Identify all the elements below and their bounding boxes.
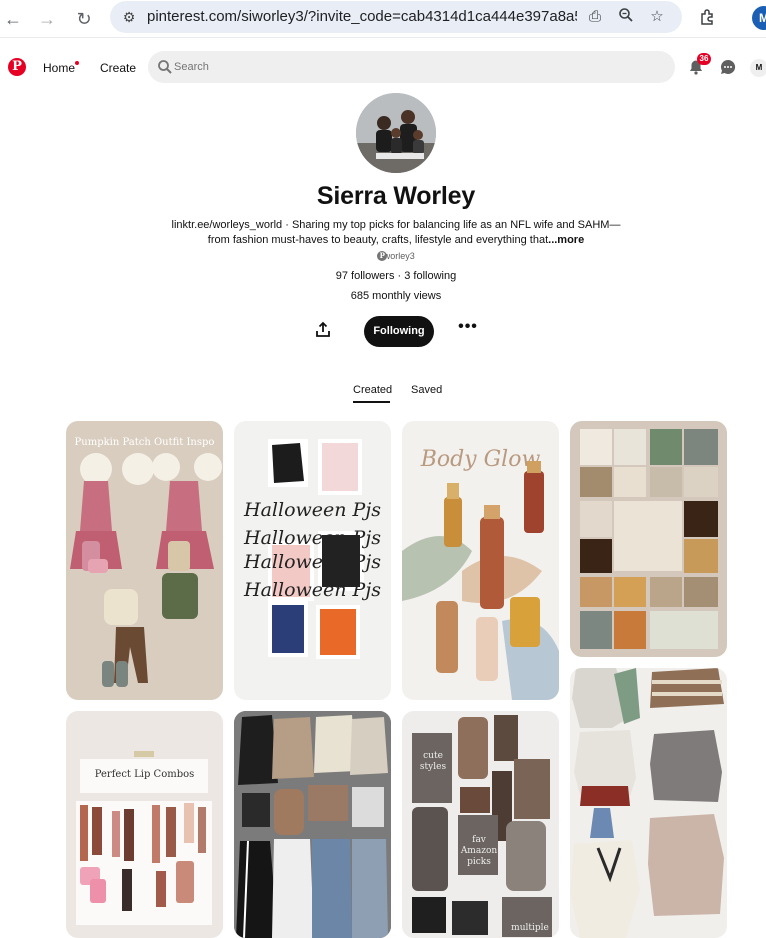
bio-more-link[interactable]: ...more xyxy=(548,234,584,246)
pin-sweaters[interactable] xyxy=(570,668,727,938)
active-tab-indicator xyxy=(353,401,390,403)
pin-pumpkin-patch[interactable]: Pumpkin Patch Outfit Inspo xyxy=(66,421,223,700)
install-app-icon[interactable]: ⎙ xyxy=(585,7,605,27)
pin-image xyxy=(402,461,559,700)
pin-amazon-picks[interactable]: cute styles fav Amazon picks multiple xyxy=(402,711,559,938)
search-icon xyxy=(158,60,172,74)
profile-handle: Psiworley3 xyxy=(0,251,766,261)
back-icon[interactable]: ← xyxy=(2,8,24,30)
profile-avatar xyxy=(356,93,436,173)
pin-image xyxy=(412,715,552,937)
pin-caption-amazon: fav Amazon picks xyxy=(460,835,498,867)
pin-image xyxy=(570,668,724,938)
monthly-views: 685 monthly views xyxy=(350,290,442,302)
nav-create[interactable]: Create xyxy=(100,61,136,75)
following-count[interactable]: 3 following xyxy=(404,270,456,282)
pin-title-3: Halloween Pjs xyxy=(244,551,381,573)
url-text[interactable]: pinterest.com/siworley3/?invite_code=cab… xyxy=(147,8,577,25)
pin-body-glow[interactable]: Body Glow xyxy=(402,421,559,700)
home-notification-dot xyxy=(75,61,79,65)
pin-fall-decor[interactable] xyxy=(570,421,727,657)
bio-link[interactable]: linktr.ee/worleys_world xyxy=(172,219,283,231)
forward-icon[interactable]: → xyxy=(36,8,58,30)
pin-caption-cute: cute styles xyxy=(419,751,447,772)
nav-home[interactable]: Home xyxy=(43,61,75,75)
profile-bio: linktr.ee/worleys_world · Sharing my top… xyxy=(170,218,622,248)
pin-lip-combos[interactable]: Perfect Lip Combos xyxy=(66,711,223,938)
share-icon[interactable] xyxy=(313,320,333,340)
zoom-icon[interactable] xyxy=(616,7,636,27)
bookmark-star-icon[interactable]: ☆ xyxy=(647,7,667,27)
pinterest-logo-icon[interactable]: P xyxy=(8,58,26,76)
pin-image xyxy=(580,429,718,649)
follow-stats: 97 followers · 3 following xyxy=(0,270,766,282)
site-settings-icon[interactable]: ⚙ xyxy=(120,8,138,26)
user-avatar[interactable]: M xyxy=(750,59,766,77)
search-bar[interactable] xyxy=(148,51,675,83)
pin-caption-multiple: multiple xyxy=(511,923,549,933)
stats-separator: · xyxy=(394,270,405,282)
browser-profile-avatar[interactable]: M xyxy=(752,6,766,30)
messages-icon[interactable] xyxy=(720,59,736,75)
pin-image xyxy=(70,453,222,687)
pin-title-4: Halloween Pjs xyxy=(244,579,381,601)
reload-icon[interactable]: ↻ xyxy=(73,8,95,30)
pin-halloween-pjs[interactable]: Halloween Pjs Halloween Pjs Halloween Pj… xyxy=(234,421,391,700)
extensions-icon[interactable] xyxy=(698,8,718,28)
pin-image xyxy=(234,711,391,938)
pin-image xyxy=(76,751,212,925)
pin-title-1: Halloween Pjs xyxy=(244,499,381,521)
address-bar[interactable]: ⚙ pinterest.com/siworley3/?invite_code=c… xyxy=(110,1,682,33)
tab-created[interactable]: Created xyxy=(353,384,392,396)
tab-saved[interactable]: Saved xyxy=(411,384,442,396)
browser-toolbar: ← → ↻ ⚙ pinterest.com/siworley3/?invite_… xyxy=(0,0,766,38)
followers-count[interactable]: 97 followers xyxy=(336,270,395,282)
pin-title: Perfect Lip Combos xyxy=(94,769,195,780)
profile-name: Sierra Worley xyxy=(316,182,476,210)
notification-count-badge: 36 xyxy=(697,53,711,65)
pin-fashion-collage[interactable] xyxy=(234,711,391,938)
pin-title-2: Halloween Pjs xyxy=(244,527,381,549)
site-header: P Home Create 36 M xyxy=(0,40,766,96)
more-options-icon[interactable]: ••• xyxy=(456,319,480,340)
search-input[interactable] xyxy=(174,51,654,83)
following-button[interactable]: Following xyxy=(364,316,434,347)
